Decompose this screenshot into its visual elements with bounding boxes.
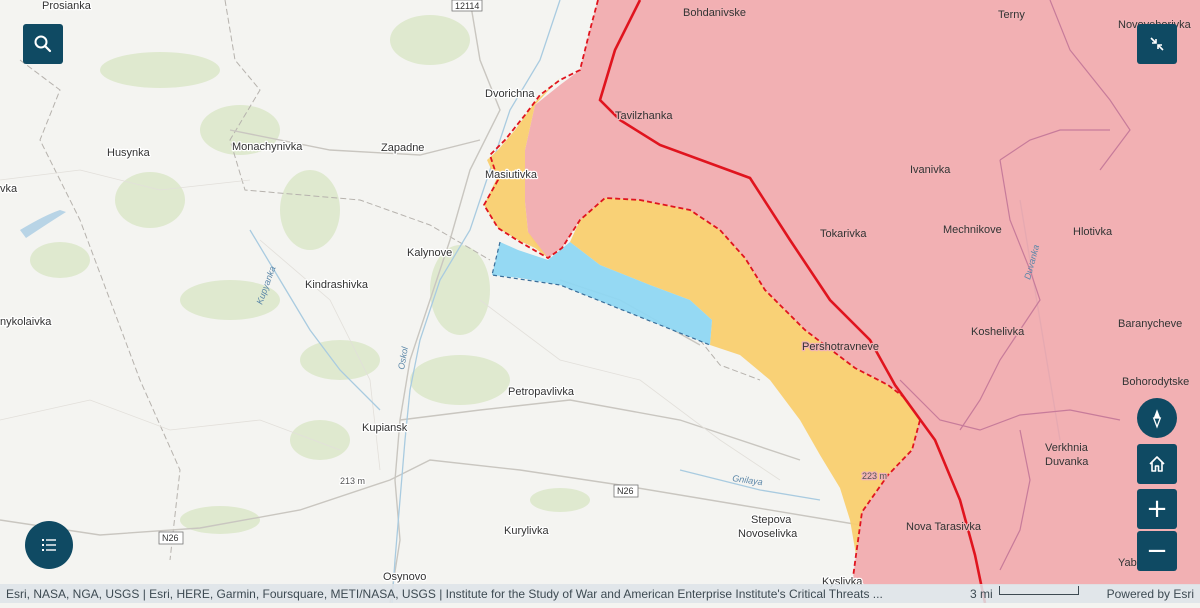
zoom-out-label: −: [1146, 536, 1168, 566]
place-label-nova-tarasivka: Nova Tarasivka: [906, 521, 982, 533]
zoom-in-button[interactable]: +: [1137, 489, 1177, 529]
scale-bar: 3 mi: [970, 584, 1079, 603]
place-label-terny: Terny: [998, 9, 1025, 21]
place-label-kalynove: Kalynove: [407, 247, 452, 259]
collapse-icon: [1150, 37, 1164, 51]
zoom-out-button[interactable]: −: [1137, 531, 1177, 571]
place-label-tavilzhanka: Tavilzhanka: [615, 110, 673, 122]
place-label-novoselivka: Novoselivka: [738, 528, 798, 540]
place-label-monachynivka: Monachynivka: [232, 141, 303, 153]
place-label-stepova: Stepova: [751, 514, 792, 526]
road-label-n26-west: N26: [162, 533, 179, 543]
compass-icon: [1152, 409, 1162, 429]
place-label-masiutivka: Masiutivka: [485, 169, 538, 181]
place-label-kurylivka: Kurylivka: [504, 525, 550, 537]
road-label-n26-east: N26: [617, 486, 634, 496]
elevation-label-213: 213 m: [340, 476, 365, 486]
place-label-mykolaivka: nykolaivka: [0, 316, 52, 328]
place-label-baranycheve: Baranycheve: [1118, 318, 1182, 330]
legend-button[interactable]: [25, 521, 73, 569]
place-label-petropavlivka: Petropavlivka: [508, 386, 575, 398]
powered-by: Powered by Esri: [1107, 584, 1194, 603]
place-label-dvorichna: Dvorichna: [485, 88, 535, 100]
place-label-kupiansk: Kupiansk: [362, 422, 408, 434]
place-label-bohorodytske: Bohorodytske: [1122, 376, 1189, 388]
powered-by-text[interactable]: Powered by Esri: [1107, 587, 1194, 601]
place-label-pershotravneve: Pershotravneve: [802, 341, 879, 353]
place-label-prosianka: Prosianka: [42, 0, 92, 12]
attribution-text[interactable]: Esri, NASA, NGA, USGS | Esri, HERE, Garm…: [6, 587, 883, 601]
place-label-ivanivka: Ivanivka: [910, 164, 951, 176]
place-label-tokarivka: Tokarivka: [820, 228, 867, 240]
place-label-kindrashivka: Kindrashivka: [305, 279, 369, 291]
map-canvas[interactable]: Prosianka Bohdanivske Terny Novoyehorivk…: [0, 0, 1200, 604]
place-label-bohdanivske: Bohdanivske: [683, 7, 746, 19]
scale-label: 3 mi: [970, 586, 993, 601]
place-label-osynovo: Osynovo: [383, 571, 426, 583]
search-button[interactable]: [23, 24, 63, 64]
road-label-12114: 12114: [455, 1, 479, 11]
place-label-duvanka: Duvanka: [1045, 456, 1089, 468]
compass-button[interactable]: [1137, 398, 1177, 438]
place-label-edge-vka: vka: [0, 183, 18, 195]
place-label-hlotivka: Hlotivka: [1073, 226, 1113, 238]
elevation-label-223: 223 m: [862, 471, 887, 481]
search-icon: [34, 35, 52, 53]
place-label-husynka: Husynka: [107, 147, 151, 159]
home-button[interactable]: [1137, 444, 1177, 484]
scale-bar-line: [998, 586, 1079, 595]
place-label-koshelivka: Koshelivka: [971, 326, 1025, 338]
list-icon: [42, 539, 56, 551]
place-label-zapadne: Zapadne: [381, 142, 424, 154]
map-view[interactable]: Prosianka Bohdanivske Terny Novoyehorivk…: [0, 0, 1200, 604]
place-label-mechnikove: Mechnikove: [943, 224, 1002, 236]
collapse-button[interactable]: [1137, 24, 1177, 64]
home-icon: [1149, 456, 1165, 472]
place-label-verkhnia: Verkhnia: [1045, 442, 1089, 454]
zoom-in-label: +: [1146, 494, 1168, 524]
